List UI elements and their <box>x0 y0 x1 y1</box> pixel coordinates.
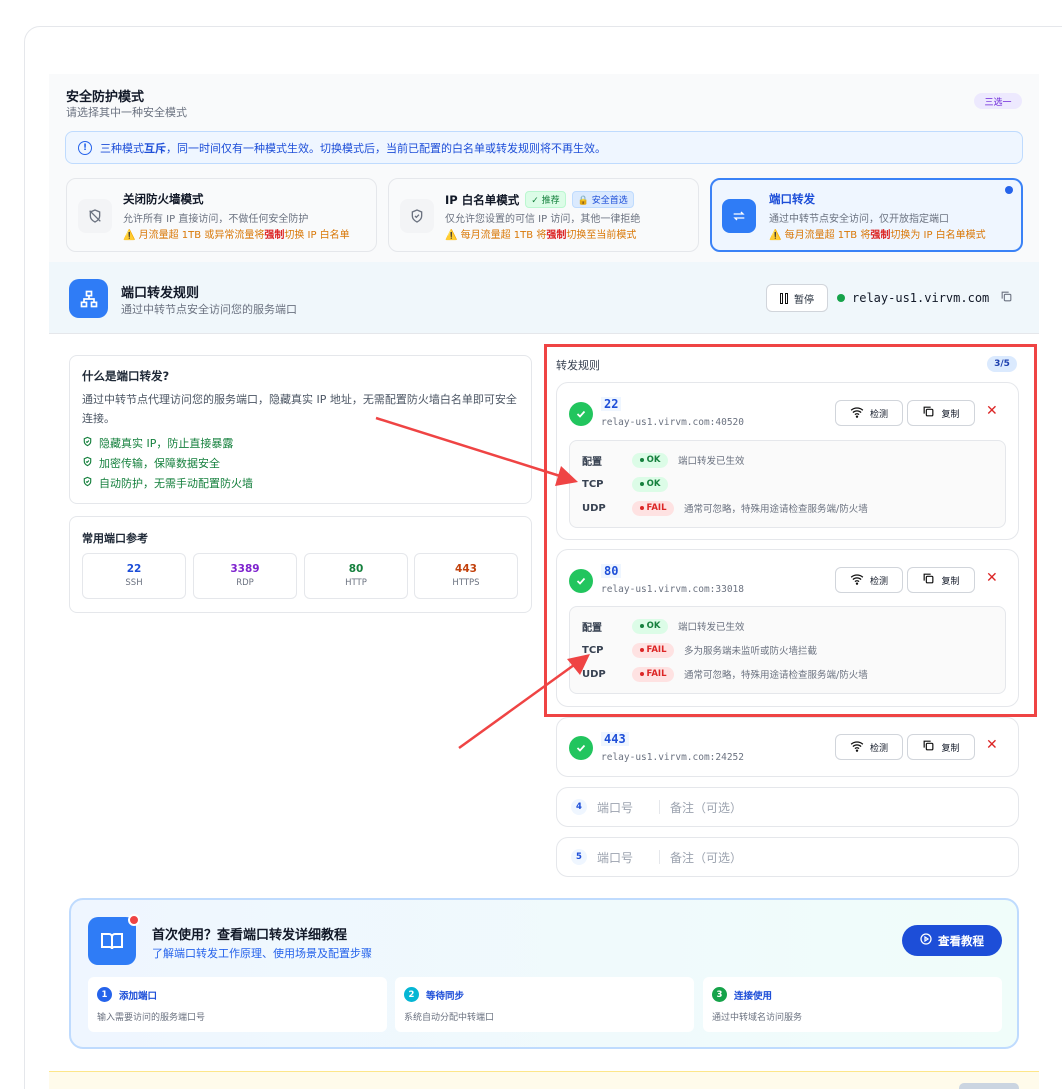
bottom-notice-bar <box>49 1071 1039 1089</box>
tutorial-title: 首次使用？查看端口转发详细教程 <box>152 928 348 943</box>
tutorial-subtitle: 了解端口转发工作原理、使用场景及配置步骤 <box>152 947 372 960</box>
tutorial-step: 2 等待同步 系统自动分配中转端口 <box>395 977 694 1032</box>
tutorial-step: 1 添加端口 输入需要访问的服务端口号 <box>88 977 387 1032</box>
tutorial-banner: 首次使用？查看端口转发详细教程 了解端口转发工作原理、使用场景及配置步骤 查看教… <box>69 898 1019 1049</box>
tutorial-step: 3 连接使用 通过中转域名访问服务 <box>703 977 1002 1032</box>
bottom-button[interactable] <box>959 1083 1019 1089</box>
play-icon <box>920 933 932 948</box>
notification-dot <box>128 914 140 926</box>
view-tutorial-button[interactable]: 查看教程 <box>902 925 1002 956</box>
